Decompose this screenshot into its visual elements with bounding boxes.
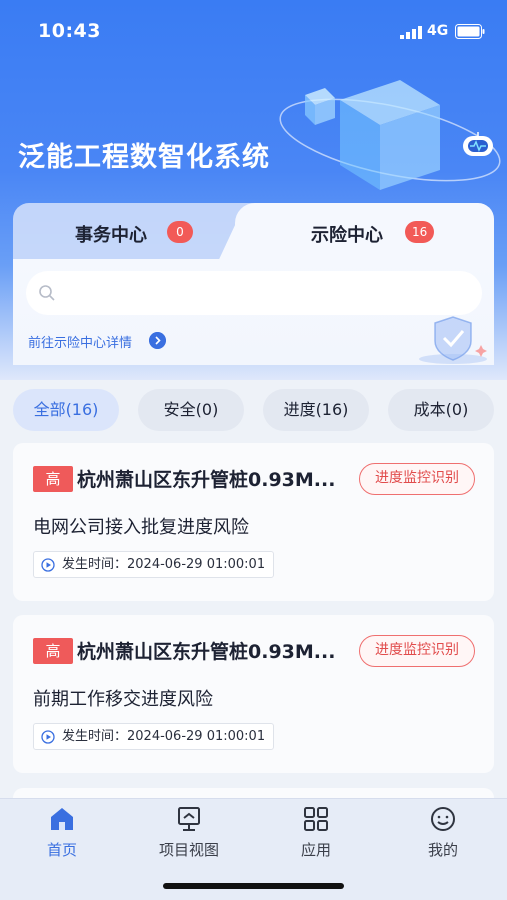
risk-time-value: 2024-06-29 01:00:01 [127, 729, 266, 744]
nav-label-home: 首页 [46, 841, 77, 859]
tab-affairs-label: 事务中心 [75, 225, 147, 246]
risk-card[interactable]: 高 杭州萧山区东升管桩0.93M... 进度监控识别 电网公司接入批复进度风险 … [13, 443, 494, 601]
apps-grid-icon [304, 807, 328, 831]
search-icon [39, 285, 55, 301]
play-circle-icon [41, 558, 55, 572]
nav-label-profile: 我的 [427, 841, 458, 859]
risk-project-name: 杭州萧山区东升管桩0.93M... [77, 469, 336, 491]
status-time: 10:43 [38, 20, 101, 42]
risk-time-value: 2024-06-29 01:00:01 [127, 557, 266, 572]
tab-risk-label: 示险中心 [311, 225, 383, 246]
app-title: 泛能工程数智化系统 [18, 142, 270, 173]
risk-time-label: 发生时间： [62, 729, 128, 744]
assistant-robot-icon[interactable] [460, 130, 496, 160]
profile-smile-icon [431, 807, 455, 831]
risk-source-tag: 进度监控识别 [359, 635, 475, 667]
risk-level-badge: 高 [33, 638, 73, 664]
risk-card[interactable]: 高 杭州萧山区东升管桩0.93M... 进度监控识别 前期工作移交进度风险 发生… [13, 615, 494, 773]
home-indicator[interactable] [163, 883, 344, 889]
risk-project-name: 杭州萧山区东升管桩0.93M... [77, 641, 336, 663]
risk-title: 前期工作移交进度风险 [33, 689, 213, 710]
tab-risk-center[interactable]: 示险中心 16 [235, 203, 494, 261]
risk-time: 发生时间：2024-06-29 01:00:01 [33, 723, 275, 750]
filter-chip-safety[interactable]: 安全(0) [138, 389, 244, 431]
signal-icon [400, 26, 422, 39]
nav-item-profile[interactable]: 我的 [388, 805, 498, 865]
filter-chip-all[interactable]: 全部(16) [13, 389, 119, 431]
nav-item-apps[interactable]: 应用 [261, 805, 371, 865]
risk-filter-chips: 全部(16) 安全(0) 进度(16) 成本(0) [0, 385, 507, 435]
home-icon [51, 808, 73, 830]
search-box[interactable] [26, 271, 482, 315]
project-view-icon [178, 807, 200, 831]
risk-time: 发生时间：2024-06-29 01:00:01 [33, 551, 275, 578]
center-tabs-panel: 事务中心 0 示险中心 16 前往示险中心详情 [13, 203, 494, 365]
risk-level-badge: 高 [33, 466, 73, 492]
status-bar: 10:43 4G [0, 0, 507, 60]
nav-label-apps: 应用 [300, 841, 331, 859]
risk-source-tag: 进度监控识别 [359, 463, 475, 495]
network-type: 4G [427, 23, 449, 39]
risk-time-label: 发生时间： [62, 557, 128, 572]
filter-chip-cost[interactable]: 成本(0) [388, 389, 494, 431]
tab-affairs-badge: 0 [167, 221, 193, 243]
battery-icon [455, 24, 485, 39]
shield-check-illustration [419, 316, 487, 364]
play-circle-icon [41, 730, 55, 744]
risk-title: 电网公司接入批复进度风险 [33, 517, 249, 538]
search-input[interactable] [64, 271, 464, 315]
risk-center-detail-link[interactable]: 前往示险中心详情 [28, 332, 132, 351]
nav-item-project-view[interactable]: 项目视图 [134, 805, 244, 865]
nav-label-project-view: 项目视图 [158, 841, 219, 859]
chevron-right-icon[interactable] [149, 332, 166, 349]
nav-item-home[interactable]: 首页 [7, 805, 117, 865]
tab-risk-badge: 16 [405, 221, 435, 243]
filter-chip-progress[interactable]: 进度(16) [263, 389, 369, 431]
